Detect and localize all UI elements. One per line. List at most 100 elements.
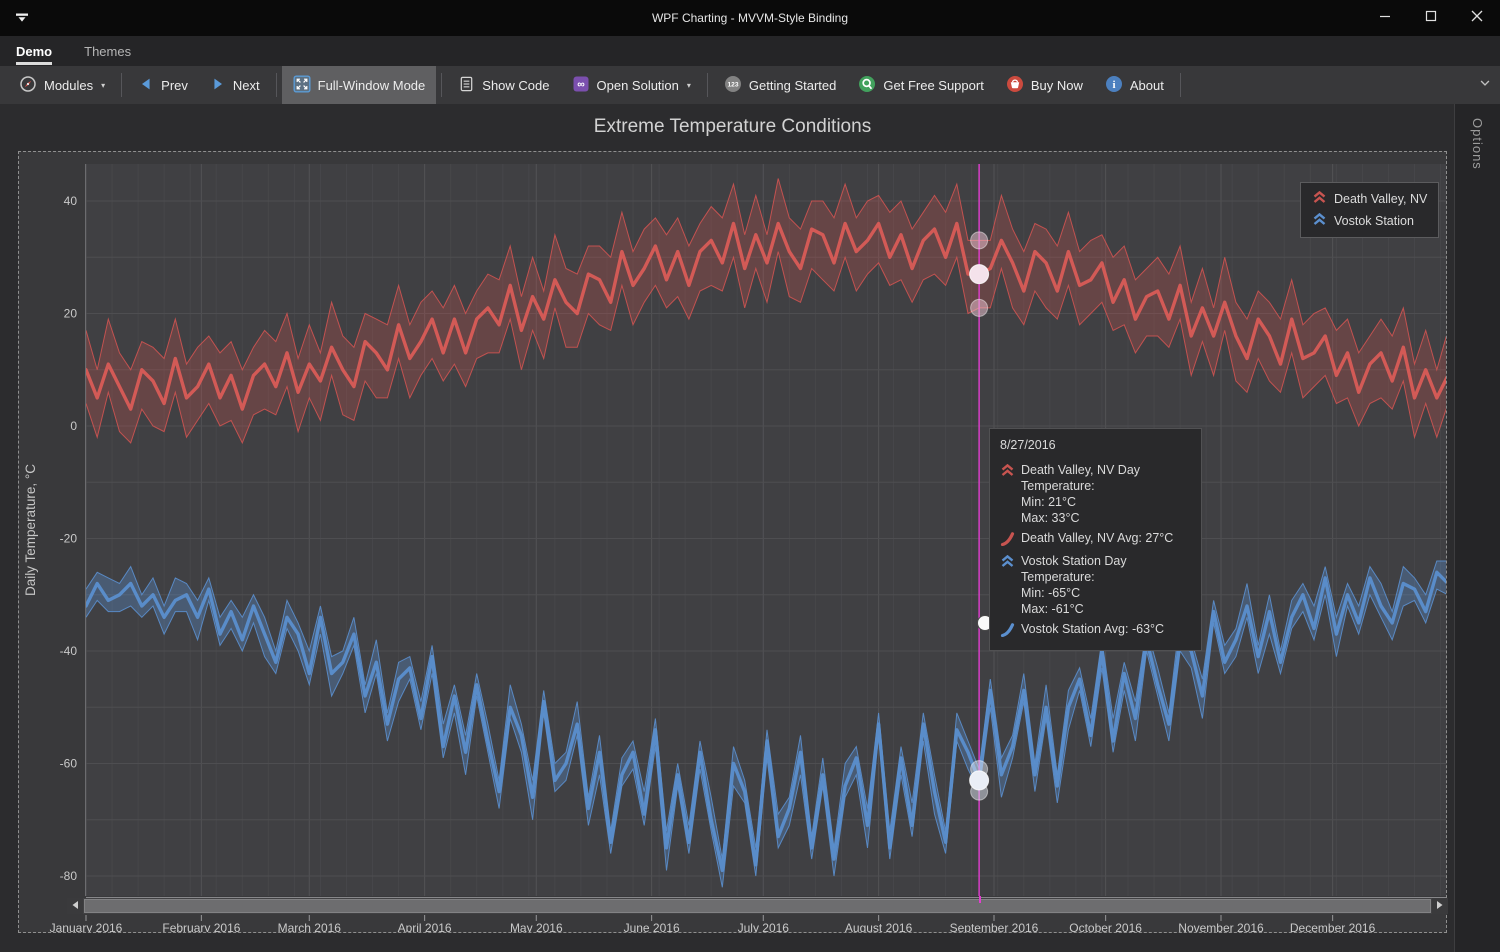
- tooltip-text: Vostok Station Avg: -63°C: [1021, 621, 1164, 640]
- chart-tooltip: 8/27/2016 Death Valley, NV Day Temperatu…: [989, 428, 1202, 651]
- tooltip-date: 8/27/2016: [1000, 437, 1191, 453]
- toolbar-separator: [121, 73, 122, 97]
- y-axis-label: -80: [60, 869, 78, 883]
- left-arrow-icon: [71, 897, 79, 915]
- series-band-icon: [1312, 213, 1327, 229]
- svg-text:i: i: [1112, 79, 1115, 91]
- support-label: Get Free Support: [883, 78, 983, 93]
- support-icon: [858, 75, 876, 96]
- legend-label: Death Valley, NV: [1334, 192, 1427, 206]
- x-axis-label: October 2016: [1069, 921, 1142, 932]
- support-button[interactable]: Get Free Support: [847, 66, 994, 104]
- y-axis-label: -40: [60, 644, 78, 658]
- right-arrow-icon: [1436, 897, 1444, 915]
- getting-started-label: Getting Started: [749, 78, 836, 93]
- open-solution-button[interactable]: ∞ Open Solution ▾: [561, 66, 702, 104]
- legend-label: Vostok Station: [1334, 214, 1414, 228]
- svg-text:∞: ∞: [577, 78, 585, 90]
- full-window-button[interactable]: Full-Window Mode: [282, 66, 437, 104]
- scrollbar-right-arrow[interactable]: [1432, 898, 1448, 914]
- x-axis-label: July 2016: [738, 921, 790, 932]
- scrollbar-track[interactable]: [83, 898, 1432, 914]
- tooltip-row: Death Valley, NV Day Temperature:Min: 21…: [1000, 462, 1191, 526]
- prev-button[interactable]: Prev: [127, 66, 199, 104]
- x-axis-label: February 2016: [162, 921, 240, 932]
- modules-button[interactable]: Modules ▾: [8, 66, 116, 104]
- toolbar-separator: [1180, 73, 1181, 97]
- x-axis-label: May 2016: [510, 921, 563, 932]
- show-code-label: Show Code: [482, 78, 549, 93]
- toolbar-separator: [441, 73, 442, 97]
- open-solution-label: Open Solution: [597, 78, 679, 93]
- tooltip-series-line: Vostok Station Avg: -63°C: [1021, 621, 1164, 637]
- x-axis-labels: January 2016 February 2016 March 2016 April…: [50, 921, 1376, 932]
- full-window-label: Full-Window Mode: [318, 78, 426, 93]
- chevron-down-icon: [1478, 76, 1492, 95]
- tooltip-detail-line: Min: 21°C: [1021, 494, 1191, 510]
- maximize-button[interactable]: [1408, 0, 1454, 36]
- next-icon: [210, 76, 226, 95]
- tooltip-row: Vostok Station Day Temperature:Min: -65°…: [1000, 553, 1191, 617]
- toolbar-overflow-button[interactable]: [1478, 66, 1492, 104]
- tooltip-detail-line: Max: 33°C: [1021, 510, 1191, 526]
- minimize-button[interactable]: [1362, 0, 1408, 36]
- tooltip-text: Vostok Station Day Temperature:Min: -65°…: [1021, 553, 1191, 617]
- tooltip-detail-line: Min: -65°C: [1021, 585, 1191, 601]
- chart-scrollbar[interactable]: [67, 898, 1448, 914]
- x-axis-label: March 2016: [278, 921, 342, 932]
- modules-icon: [19, 75, 37, 96]
- tab-strip: Demo Themes: [0, 36, 1500, 66]
- tooltip-series-line: Death Valley, NV Avg: 27°C: [1021, 530, 1173, 546]
- chart-title: Extreme Temperature Conditions: [18, 116, 1447, 138]
- about-icon: i: [1105, 75, 1123, 96]
- y-axis-label: 20: [64, 307, 78, 321]
- x-axis-label: January 2016: [50, 921, 123, 932]
- series-band-icon: [1312, 191, 1327, 207]
- x-axis-label: November 2016: [1178, 921, 1264, 932]
- show-code-button[interactable]: Show Code: [447, 66, 560, 104]
- tab-label: Demo: [16, 44, 52, 59]
- scrollbar-left-arrow[interactable]: [67, 898, 83, 914]
- next-button[interactable]: Next: [199, 66, 271, 104]
- y-axis-label: 0: [70, 419, 77, 433]
- x-axis-label: April 2016: [398, 921, 452, 932]
- window-controls: [1362, 0, 1500, 36]
- toolbar-separator: [276, 73, 277, 97]
- titlebar: WPF Charting - MVVM-Style Binding: [0, 0, 1500, 36]
- chart-plot: January 2016 February 2016 March 2016 April…: [19, 152, 1446, 932]
- svg-text:123: 123: [727, 81, 738, 88]
- buy-now-button[interactable]: Buy Now: [995, 66, 1094, 104]
- band-icon: [1000, 553, 1015, 617]
- close-button[interactable]: [1454, 0, 1500, 36]
- tab-themes[interactable]: Themes: [84, 36, 131, 66]
- y-axis-label: -20: [60, 532, 78, 546]
- options-panel-tab[interactable]: Options: [1454, 104, 1500, 952]
- x-axis-label: December 2016: [1290, 921, 1376, 932]
- about-label: About: [1130, 78, 1164, 93]
- tab-label: Themes: [84, 44, 131, 59]
- tooltip-text: Death Valley, NV Avg: 27°C: [1021, 530, 1173, 549]
- tooltip-row: Death Valley, NV Avg: 27°C: [1000, 530, 1191, 549]
- open-solution-icon: ∞: [572, 75, 590, 96]
- scrollbar-crosshair-tick: [979, 896, 981, 903]
- getting-started-button[interactable]: 123 Getting Started: [713, 66, 847, 104]
- about-button[interactable]: i About: [1094, 66, 1175, 104]
- toolbar-separator: [707, 73, 708, 97]
- modules-label: Modules: [44, 78, 93, 93]
- chevron-down-icon: ▾: [687, 81, 691, 90]
- chart-legend[interactable]: Death Valley, NV Vostok Station: [1300, 182, 1439, 238]
- full-window-icon: [293, 75, 311, 96]
- legend-item[interactable]: Death Valley, NV: [1312, 191, 1427, 207]
- chevron-down-icon: ▾: [101, 81, 105, 90]
- maximize-icon: [1424, 9, 1438, 28]
- prev-icon: [138, 76, 154, 95]
- tooltip-row: Vostok Station Avg: -63°C: [1000, 621, 1191, 640]
- avg-line-icon: [1000, 621, 1015, 640]
- legend-item[interactable]: Vostok Station: [1312, 213, 1427, 229]
- x-axis-label: August 2016: [845, 921, 913, 932]
- chart-control[interactable]: January 2016 February 2016 March 2016 April…: [18, 151, 1447, 933]
- tab-demo[interactable]: Demo: [16, 36, 52, 66]
- window-title: WPF Charting - MVVM-Style Binding: [0, 0, 1500, 36]
- scrollbar-thumb[interactable]: [84, 899, 1431, 913]
- tooltip-series-line: Death Valley, NV Day Temperature:: [1021, 462, 1191, 494]
